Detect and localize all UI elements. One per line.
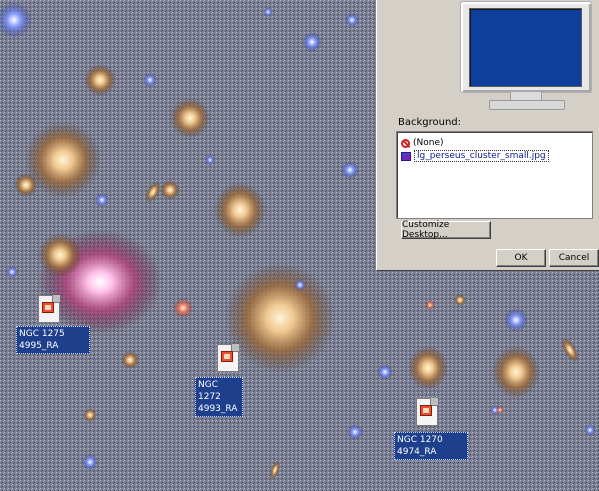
image-file-icon xyxy=(38,295,60,323)
none-icon xyxy=(401,138,410,148)
icon-label-line1: NGC 1270 xyxy=(397,435,443,445)
desktop-icon-label: NGC 1275 4995_RA xyxy=(16,326,90,354)
monitor-stand-base xyxy=(489,100,565,110)
desktop-icon-label: NGC 1272 4993_RA xyxy=(195,377,243,417)
desktop-icon-label: NGC 1270 4974_RA xyxy=(394,432,468,460)
icon-label-line1: NGC 1272 xyxy=(198,380,221,402)
list-item-label: (None) xyxy=(413,138,444,148)
jpg-file-icon xyxy=(401,151,411,161)
icon-label-line2: 4974_RA xyxy=(397,447,437,457)
cancel-button[interactable]: Cancel xyxy=(549,249,599,267)
background-list[interactable]: (None) lg_perseus_cluster_small.jpg xyxy=(396,131,593,219)
customize-desktop-button[interactable]: Customize Desktop... xyxy=(401,220,491,240)
image-file-icon xyxy=(217,344,239,372)
background-list-item-jpg[interactable]: lg_perseus_cluster_small.jpg xyxy=(401,150,549,162)
icon-label-line1: NGC 1275 xyxy=(19,329,65,339)
desktop-icon-ngc1272[interactable]: NGC 1272 4993_RA xyxy=(195,344,275,417)
background-label: Background: xyxy=(398,117,462,128)
background-list-item-none[interactable]: (None) xyxy=(401,137,444,149)
image-file-icon xyxy=(416,398,438,426)
icon-label-line2: 4993_RA xyxy=(198,404,238,414)
icon-label-line2: 4995_RA xyxy=(19,341,59,351)
ok-button[interactable]: OK xyxy=(496,249,546,267)
desktop-icon-ngc1270[interactable]: NGC 1270 4974_RA xyxy=(394,398,474,460)
monitor-preview-screen xyxy=(469,8,582,87)
display-properties-dialog: Background: (None) lg_perseus_cluster_sm… xyxy=(376,0,599,271)
desktop-icon-ngc1275[interactable]: NGC 1275 4995_RA xyxy=(16,295,96,355)
list-item-label: lg_perseus_cluster_small.jpg xyxy=(414,150,549,162)
